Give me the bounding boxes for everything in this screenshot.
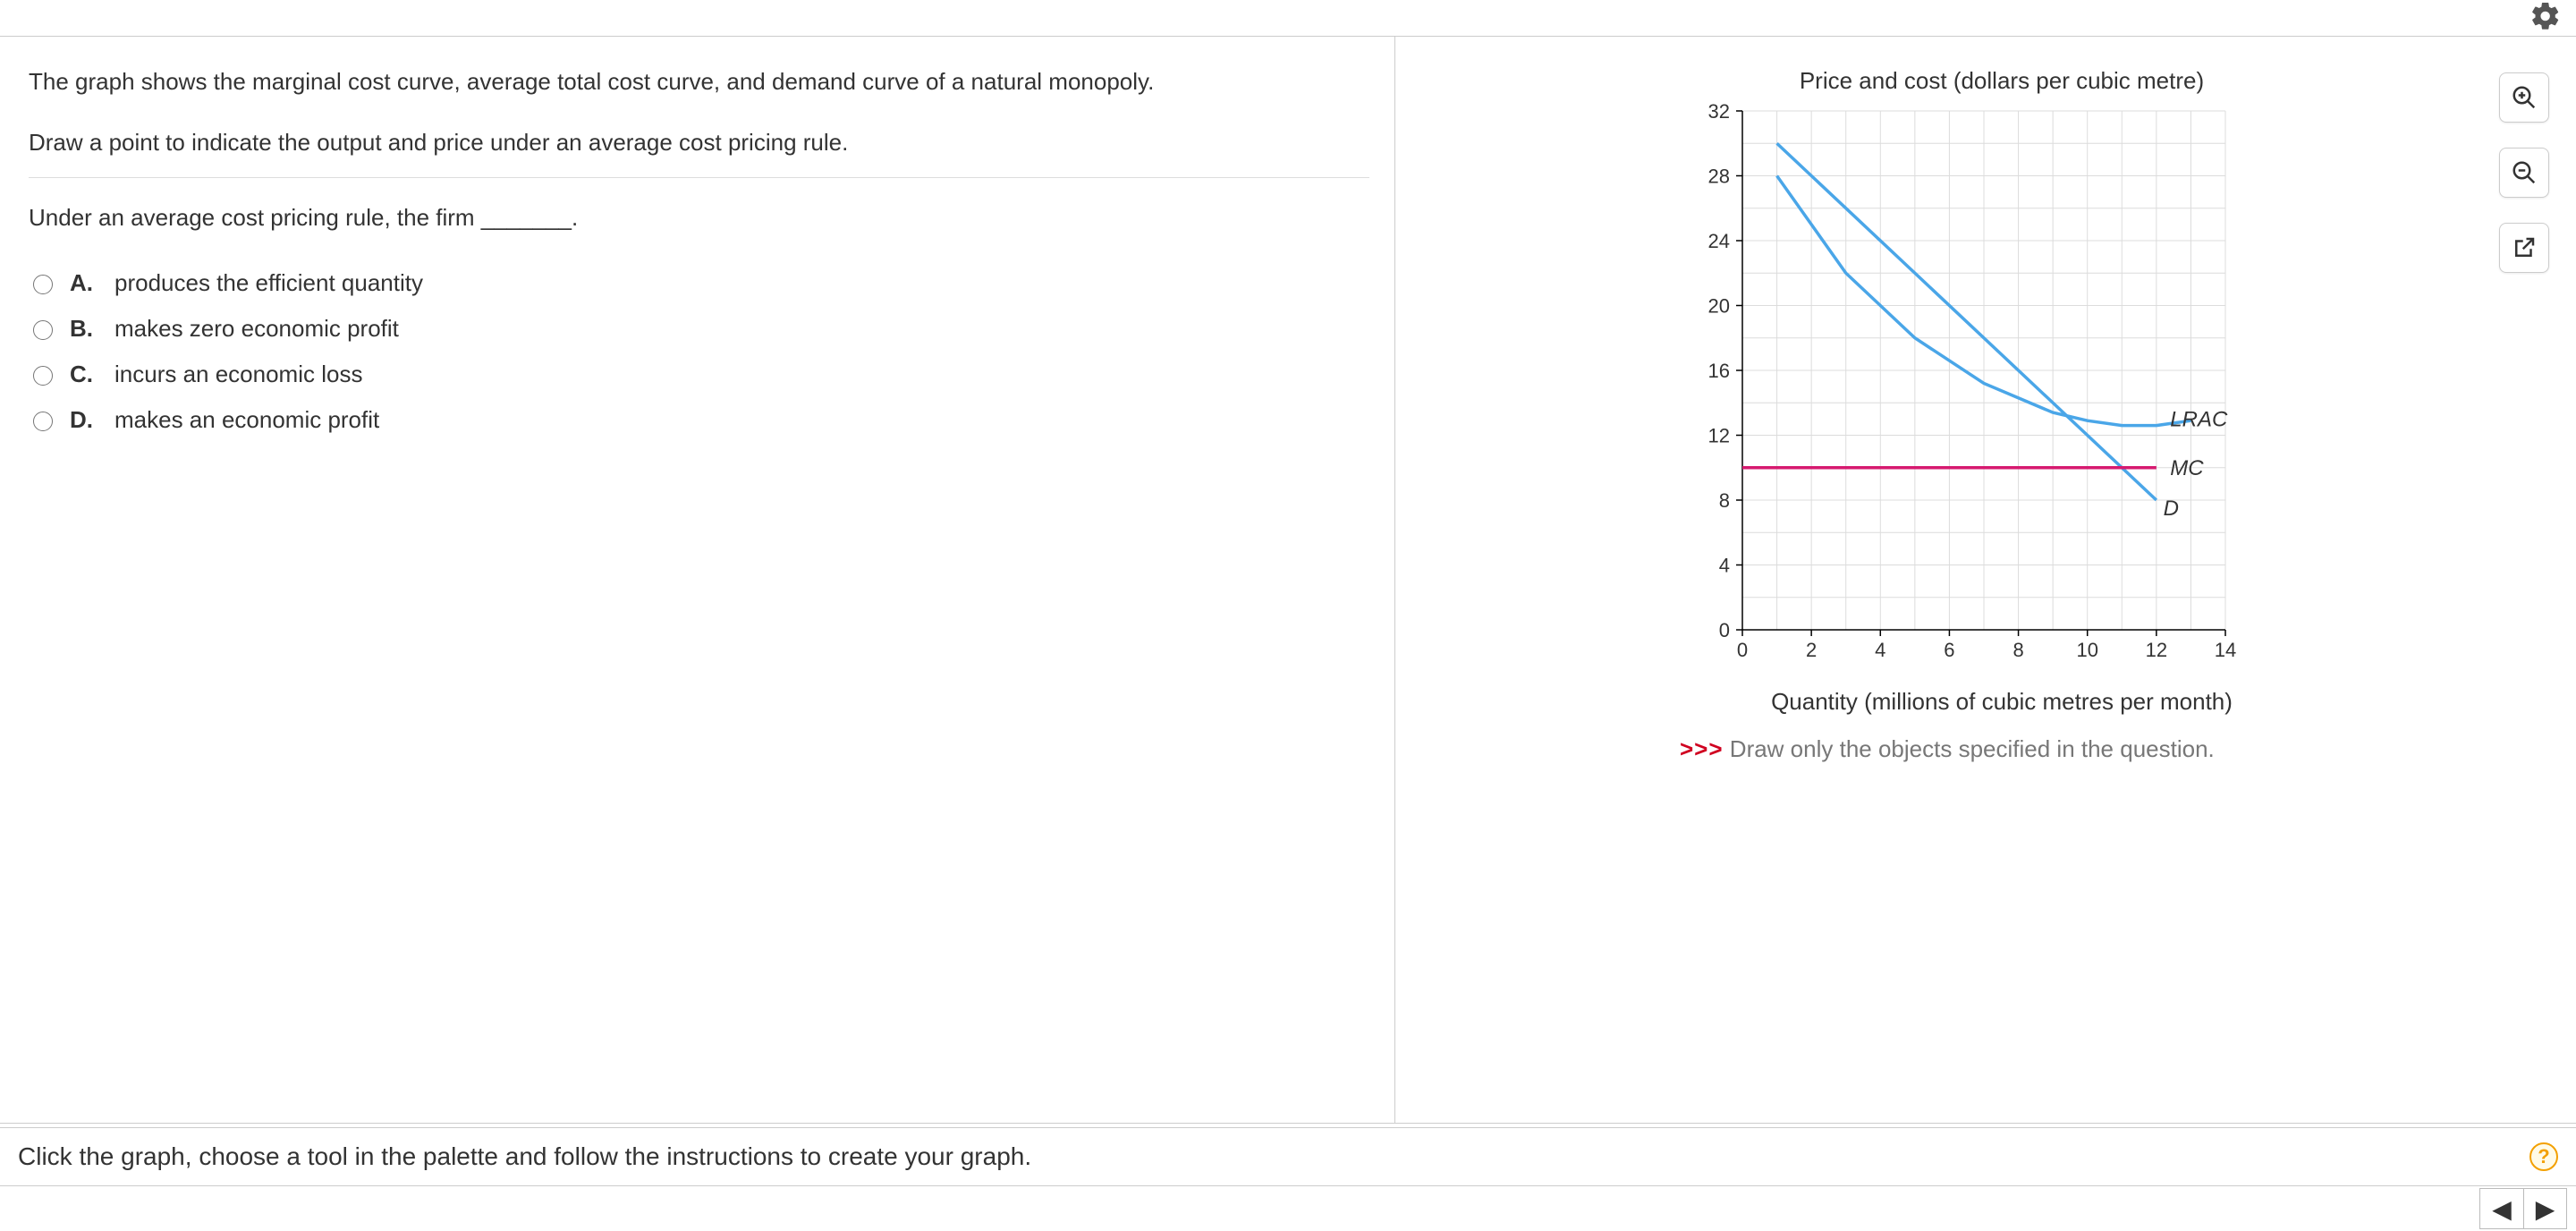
option-a-text: produces the efficient quantity [114, 269, 423, 297]
prompt-line1: The graph shows the marginal cost curve,… [29, 58, 1369, 106]
option-c[interactable]: C. incurs an economic loss [29, 352, 1369, 397]
pager: ◀ ▶ [2479, 1188, 2567, 1229]
svg-text:D: D [2164, 497, 2179, 521]
option-a-letter: A. [70, 269, 100, 297]
chart-plot[interactable]: 02468101214048121620242832LRACMCD [1680, 102, 2324, 675]
question-pane: The graph shows the marginal cost curve,… [0, 37, 1395, 1123]
svg-text:24: 24 [1708, 230, 1730, 252]
graph-toolbar [2499, 72, 2549, 273]
svg-text:0: 0 [1737, 639, 1748, 661]
chart-xlabel: Quantity (millions of cubic metres per m… [1680, 688, 2324, 716]
open-in-new-icon[interactable] [2499, 223, 2549, 273]
svg-text:MC: MC [2170, 456, 2204, 480]
footer-bar: Click the graph, choose a tool in the pa… [0, 1127, 2576, 1186]
zoom-out-icon[interactable] [2499, 148, 2549, 198]
svg-text:20: 20 [1708, 295, 1730, 318]
svg-text:28: 28 [1708, 166, 1730, 188]
option-d-radio[interactable] [33, 412, 53, 431]
svg-text:12: 12 [2146, 639, 2167, 661]
hint-text: Draw only the objects specified in the q… [1724, 735, 2215, 762]
svg-text:4: 4 [1719, 555, 1730, 577]
svg-text:2: 2 [1806, 639, 1817, 661]
svg-text:8: 8 [1719, 489, 1730, 512]
svg-text:4: 4 [1875, 639, 1885, 661]
next-button[interactable]: ▶ [2523, 1189, 2566, 1228]
svg-text:8: 8 [2012, 639, 2023, 661]
option-b[interactable]: B. makes zero economic profit [29, 306, 1369, 352]
zoom-in-icon[interactable] [2499, 72, 2549, 123]
gear-icon[interactable] [2529, 0, 2565, 36]
footer-instruction: Click the graph, choose a tool in the pa… [18, 1142, 1031, 1171]
option-b-radio[interactable] [33, 320, 53, 340]
svg-text:12: 12 [1708, 425, 1730, 447]
svg-text:0: 0 [1719, 619, 1730, 641]
svg-text:6: 6 [1944, 639, 1954, 661]
option-b-text: makes zero economic profit [114, 315, 399, 343]
option-c-radio[interactable] [33, 366, 53, 386]
hint-prefix: >>> [1680, 735, 1724, 762]
options-list: A. produces the efficient quantity B. ma… [29, 260, 1369, 443]
option-c-text: incurs an economic loss [114, 361, 362, 388]
chart-title: Price and cost (dollars per cubic metre) [1680, 67, 2324, 95]
graph-pane: Price and cost (dollars per cubic metre)… [1395, 37, 2576, 1123]
option-a-radio[interactable] [33, 275, 53, 294]
option-c-letter: C. [70, 361, 100, 388]
svg-text:LRAC: LRAC [2170, 407, 2228, 431]
draw-hint: >>> Draw only the objects specified in t… [1680, 735, 2551, 763]
prompt-line2: Draw a point to indicate the output and … [29, 119, 1369, 167]
option-b-letter: B. [70, 315, 100, 343]
svg-text:10: 10 [2076, 639, 2097, 661]
help-icon[interactable]: ? [2529, 1142, 2558, 1171]
option-d-letter: D. [70, 406, 100, 434]
fill-in-prompt: Under an average cost pricing rule, the … [29, 194, 1369, 242]
svg-text:14: 14 [2215, 639, 2236, 661]
option-d-text: makes an economic profit [114, 406, 379, 434]
svg-text:16: 16 [1708, 360, 1730, 382]
prev-button[interactable]: ◀ [2480, 1189, 2523, 1228]
svg-text:32: 32 [1708, 102, 1730, 123]
option-d[interactable]: D. makes an economic profit [29, 397, 1369, 443]
option-a[interactable]: A. produces the efficient quantity [29, 260, 1369, 306]
